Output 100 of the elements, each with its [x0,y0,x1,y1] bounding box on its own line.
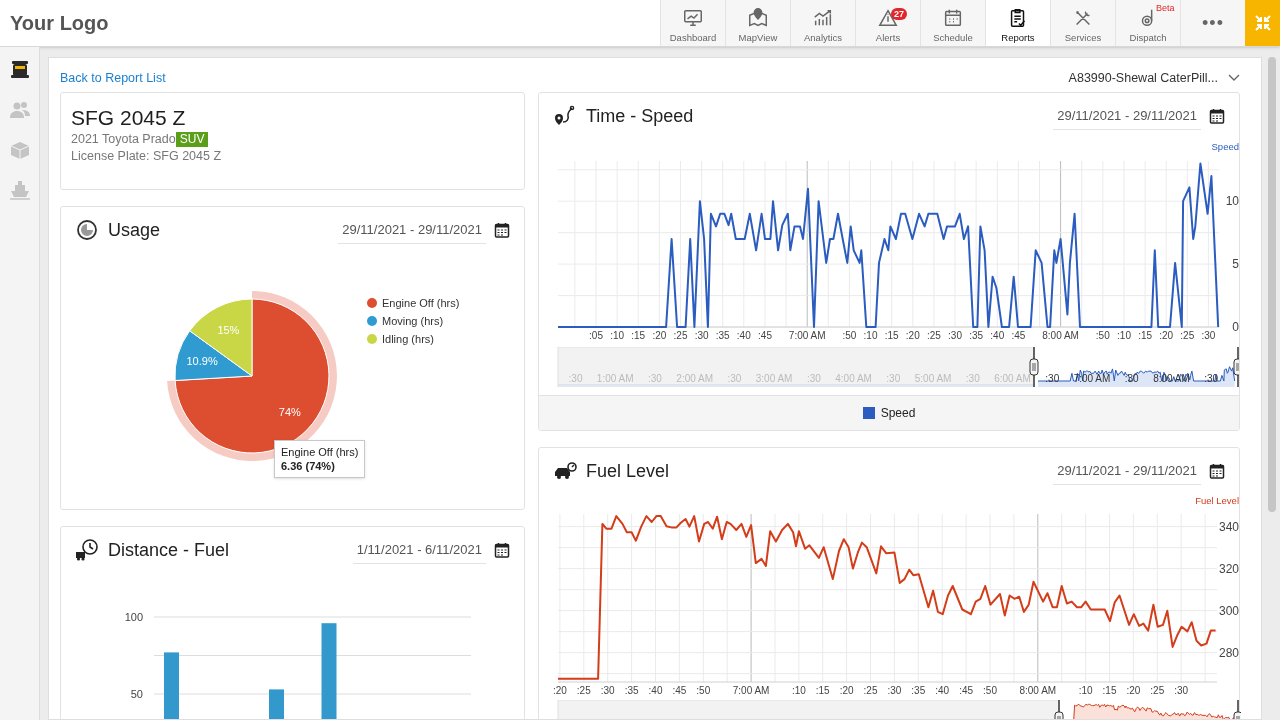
axis-label: :25 [926,330,941,341]
monitor-icon [682,7,704,29]
axis-label: :10 [863,330,878,341]
scrollbar-thumb[interactable] [1268,57,1276,512]
axis-label: :30 [1124,373,1139,384]
nav-tab[interactable]: Services [1050,0,1115,46]
axis-label: :40 [935,685,950,696]
calendar-icon[interactable] [494,542,510,558]
axis-label: :20 [1126,685,1141,696]
date-range-field[interactable]: 29/11/2021 - 29/11/2021 [338,215,486,245]
calendar-icon[interactable] [494,222,510,238]
axis-label: :15 [631,330,646,341]
axis-label: :30 [887,685,902,696]
range-handle[interactable] [1029,347,1039,387]
date-range-field[interactable]: 29/11/2021 - 29/11/2021 [1053,456,1201,486]
pie-slice[interactable] [189,298,253,377]
card-title: Distance - Fuel [108,538,230,562]
date-range-field[interactable]: 1/11/2021 - 6/11/2021 [352,535,486,565]
pie-slice[interactable] [167,291,337,461]
nav-tab[interactable]: MapView [725,0,790,46]
axis-label: :25 [1150,685,1165,696]
more-button[interactable]: ••• [1180,0,1245,46]
axis-label: 8:00 AM [1042,330,1079,341]
axis-label: :50 [696,685,711,696]
axis-label: :40 [990,330,1005,341]
axis-label: :15 [1138,330,1153,341]
nav-tab[interactable]: Beta Dispatch [1115,0,1180,46]
axis-label: 10 [1225,194,1239,209]
axis-label: :35 [624,685,639,696]
calendar-icon[interactable] [1209,463,1225,479]
axis-label: :25 [863,685,878,696]
nav-tab[interactable]: Schedule [920,0,985,46]
ship-icon [7,178,32,202]
date-range-field[interactable]: 29/11/2021 - 29/11/2021 [1053,101,1201,131]
axis-label: 7:00 AM [788,330,826,341]
axis-label: :30 [600,685,615,696]
tooltip-value: 6.36 (74%) [281,459,336,473]
axis-label: 340 [1218,519,1239,534]
axis-label: 5 [1232,257,1239,272]
axis-label: :50 [983,685,997,696]
axis-label: :20 [552,685,567,696]
axis-label: :20 [905,330,920,341]
vehicle-dropdown[interactable]: A83990-Shewal CaterPill... [1068,68,1240,88]
nav-tab[interactable]: Analytics [790,0,855,46]
beta-label: Beta [1156,3,1175,13]
legend-label[interactable]: Engine Off (hrs) [382,297,460,309]
collapse-icon [1253,14,1272,32]
axis-label: 300 [1218,603,1239,618]
axis-label: :25 [1180,330,1195,341]
calendar-icon [942,7,964,29]
axis-label: :30 [1174,685,1189,696]
axis-label: :45 [959,685,974,696]
nav-tab[interactable]: Dashboard [660,0,725,46]
axis-label: 320 [1218,561,1239,576]
clock-truck-icon [75,538,99,562]
axis-label: :25 [673,330,688,341]
axis-label: :30 [1201,330,1216,341]
legend-label[interactable]: Moving (hrs) [382,315,444,327]
nav-tab[interactable]: 27 Alerts [855,0,920,46]
axis-label: :10 [610,330,625,341]
card-title: Usage [108,218,161,242]
legend-label[interactable]: Idling (hrs) [382,333,434,345]
axis-label: :50 [1095,330,1110,341]
count-badge: 27 [891,8,907,20]
vehicle-model: 2021 Toyota Prado [71,131,176,148]
axis-label: :10 [1117,330,1131,341]
axis-label: 100 [124,611,143,623]
axis-label: :15 [1102,685,1117,696]
axis-label: :20 [839,685,854,696]
axis-label: 50 [130,688,143,700]
series-label: Speed [1211,141,1239,152]
vehicle-title: SFG 2045 Z [71,105,187,131]
axis-label: :45 [672,685,687,696]
logo[interactable]: Your Logo [0,8,109,38]
tooltip-title: Engine Off (hrs) [281,445,359,459]
axis-label: 7:00 AM [1073,373,1111,384]
calendar-icon[interactable] [1209,108,1225,124]
axis-label: :15 [815,685,830,696]
card-title: Time - Speed [586,104,694,128]
axis-label: :05 [589,330,603,341]
axis-label: :45 [758,330,772,341]
axis-label: :35 [969,330,984,341]
range-handle[interactable] [1233,700,1241,719]
nav-tab[interactable]: Reports [985,0,1050,46]
axis-label: 280 [1218,645,1239,660]
slice-label: 15% [217,323,240,336]
card-title: Fuel Level [586,459,670,483]
back-link[interactable]: Back to Report List [60,68,166,88]
range-handle[interactable] [1233,347,1239,387]
axis-label: :50 [842,330,857,341]
legend-label[interactable]: Speed [880,404,916,422]
range-handle[interactable] [1054,700,1064,719]
vehicle-type-tag: SUV [175,132,209,147]
axis-label: :45 [1011,330,1026,341]
axis-label: :20 [652,330,667,341]
axis-label: :20 [1159,330,1174,341]
map-pin-icon [747,7,769,29]
slice-label: 74% [278,405,301,418]
pie-chart-icon [75,218,99,242]
axis-label: :40 [648,685,663,696]
